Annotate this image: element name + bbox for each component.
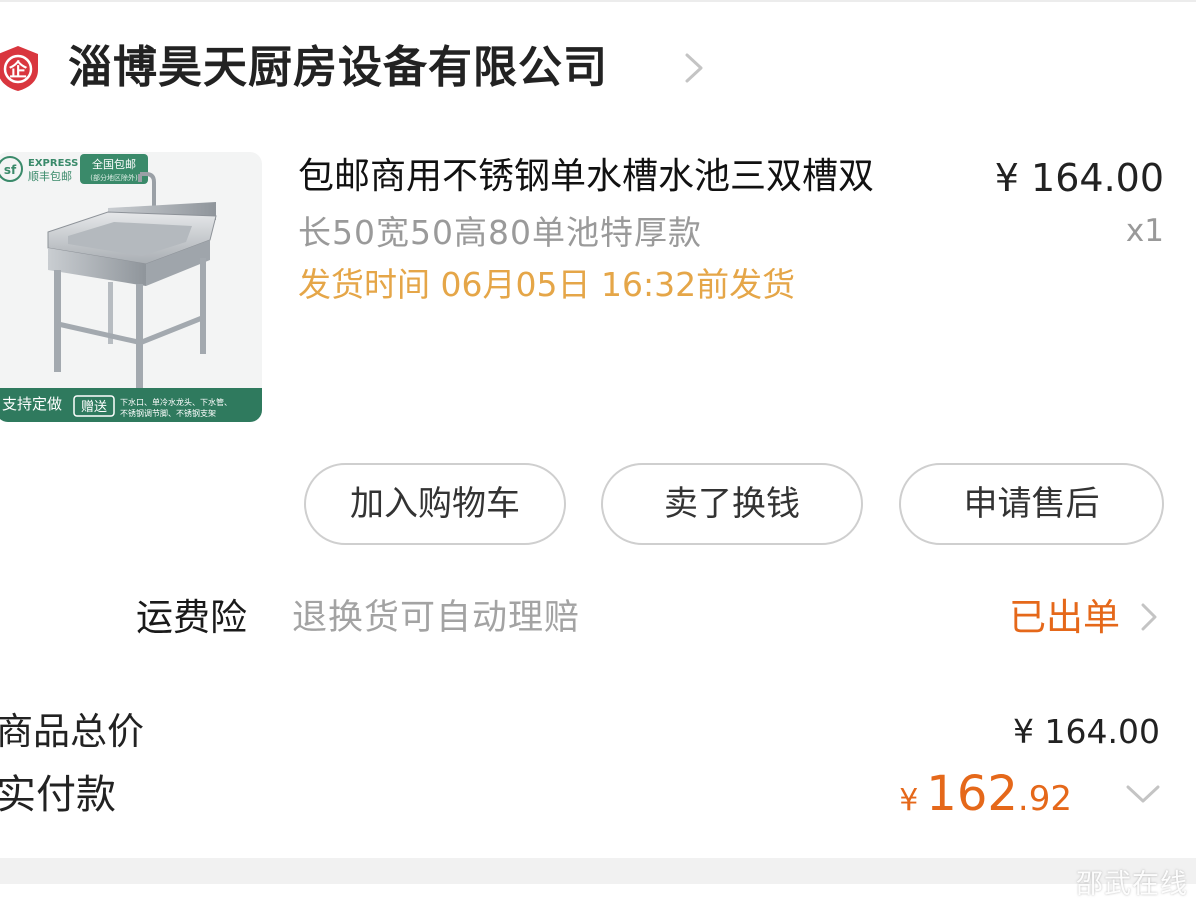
top-divider bbox=[0, 0, 1196, 2]
svg-text:EXPRESS: EXPRESS bbox=[28, 158, 78, 169]
shop-name-link[interactable]: 淄博昊天厨房设备有限公司 bbox=[68, 36, 608, 100]
add-to-cart-button[interactable]: 加入购物车 bbox=[304, 463, 566, 545]
svg-text:下水口、单冷水龙头、下水管、: 下水口、单冷水龙头、下水管、 bbox=[120, 397, 232, 407]
chevron-down-icon[interactable] bbox=[1124, 782, 1162, 806]
product-quantity: x1 bbox=[1125, 213, 1164, 249]
product-price: ¥ 164.00 bbox=[994, 156, 1164, 200]
sell-for-cash-button[interactable]: 卖了换钱 bbox=[601, 463, 863, 545]
paid-currency: ¥ bbox=[899, 783, 919, 818]
express-shipping-badge: sf EXPRESS 顺丰包邮 全国包邮 (部分地区除外) bbox=[0, 154, 148, 184]
svg-text:企: 企 bbox=[8, 59, 28, 81]
insurance-status-link[interactable]: 已出单 bbox=[1009, 592, 1120, 644]
svg-text:顺丰包邮: 顺丰包邮 bbox=[28, 170, 72, 183]
total-price-value: ¥ 164.00 bbox=[1013, 712, 1160, 751]
insurance-label: 运费险 bbox=[136, 596, 247, 639]
svg-text:(部分地区除外): (部分地区除外) bbox=[90, 173, 138, 182]
chevron-right-icon[interactable] bbox=[681, 51, 707, 85]
product-title[interactable]: 包邮商用不锈钢单水槽水池三双槽双 bbox=[298, 152, 874, 202]
svg-text:赠送: 赠送 bbox=[81, 400, 107, 415]
svg-text:支持定做: 支持定做 bbox=[2, 395, 62, 413]
product-spec: 长50宽50高80单池特厚款 bbox=[298, 213, 702, 252]
after-sales-button[interactable]: 申请售后 bbox=[899, 463, 1164, 545]
svg-text:不锈钢调节脚、不锈钢支架: 不锈钢调节脚、不锈钢支架 bbox=[120, 408, 216, 418]
product-image[interactable]: sf EXPRESS 顺丰包邮 全国包邮 (部分地区除外) 支持定做 赠送 下水… bbox=[0, 152, 262, 422]
enterprise-badge-icon: 企 bbox=[0, 44, 42, 92]
svg-text:sf: sf bbox=[4, 163, 17, 177]
shipping-time: 发货时间 06月05日 16:32前发货 bbox=[298, 265, 796, 304]
paid-integer: 162 bbox=[926, 766, 1018, 822]
paid-amount-value: ¥162.92 bbox=[899, 762, 1072, 837]
paid-decimal: .92 bbox=[1017, 779, 1072, 819]
paid-amount-label: 实付款 bbox=[0, 772, 116, 818]
svg-text:全国包邮: 全国包邮 bbox=[92, 157, 136, 171]
total-price-label: 商品总价 bbox=[0, 710, 144, 753]
chevron-right-icon[interactable] bbox=[1138, 601, 1160, 633]
footer-divider bbox=[0, 858, 1196, 884]
insurance-description: 退换货可自动理赔 bbox=[292, 598, 581, 638]
watermark: 邵武在线 bbox=[1076, 869, 1188, 900]
